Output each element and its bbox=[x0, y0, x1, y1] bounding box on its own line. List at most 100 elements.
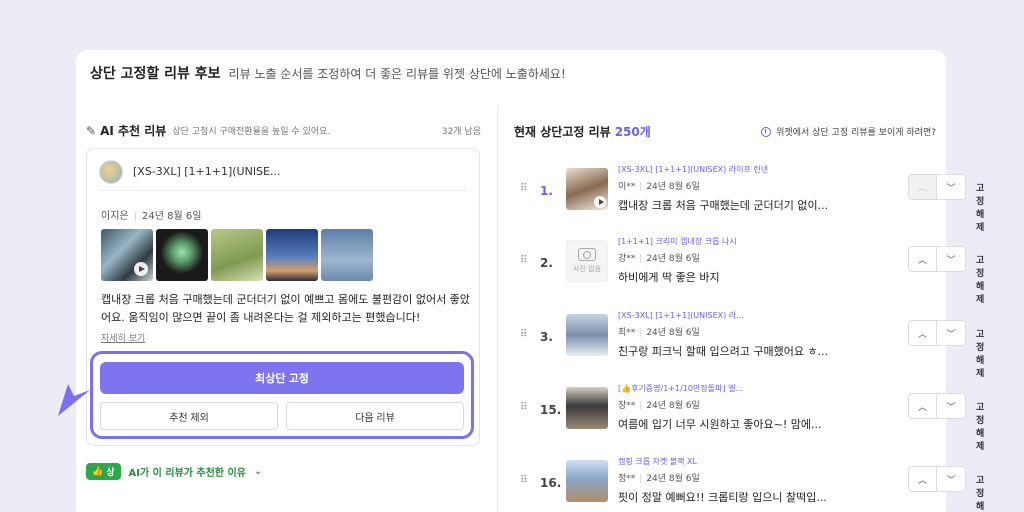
review-thumbnail bbox=[566, 387, 608, 429]
review-date: 24년 8월 6일 bbox=[646, 474, 700, 484]
reorder-controls: ︿ ﹀ bbox=[908, 466, 966, 492]
product-name: [1+1+1] 크리미 캡내장 크롭 나시 bbox=[618, 237, 737, 246]
review-text: 친구랑 피크닉 할때 입으려고 구매했어요 ㅎ... bbox=[618, 345, 829, 358]
no-photo-label: 사진 없음 bbox=[573, 265, 601, 273]
review-text: 하비에게 딱 좋은 바지 bbox=[618, 271, 720, 284]
product-row[interactable]: [XS-3XL] [1+1+1](UNISE... bbox=[99, 159, 467, 191]
review-author: 이** bbox=[618, 182, 636, 192]
rank-number: 15. bbox=[540, 403, 562, 417]
rank-number: 3. bbox=[540, 330, 553, 344]
review-date: 24년 8월 6일 bbox=[646, 182, 700, 192]
move-up-button[interactable]: ︿ bbox=[908, 320, 937, 346]
review-author: 정** bbox=[618, 474, 636, 484]
review-thumbnail bbox=[566, 168, 608, 210]
review-photo[interactable] bbox=[321, 229, 373, 281]
ai-section-title: AI 추천 리뷰 bbox=[100, 124, 167, 138]
move-up-button[interactable]: ︿ bbox=[908, 174, 937, 200]
review-text: 캡내장 크롭 처음 구매했는데 군더더기 없이... bbox=[618, 199, 829, 212]
review-author: 최** bbox=[618, 328, 636, 338]
pinned-header: 현재 상단고정 리뷰 250개 위젯에서 상단 고정 리뷰를 보이게 하려면? bbox=[514, 123, 936, 140]
play-icon bbox=[594, 196, 606, 208]
reorder-controls: ︿ ﹀ bbox=[908, 320, 966, 346]
rank-number: 1. bbox=[540, 184, 553, 198]
review-date: 24년 8월 6일 bbox=[646, 254, 700, 264]
no-photo-thumbnail: 사진 없음 bbox=[566, 240, 608, 282]
unpin-button[interactable]: 고정해제 bbox=[976, 327, 984, 379]
review-thumbnail bbox=[566, 314, 608, 356]
move-down-button[interactable]: ﹀ bbox=[937, 320, 966, 346]
product-name: [XS-3XL] [1+1+1](UNISEX) 라이프 린넨 bbox=[618, 165, 769, 174]
product-name: [👍후기증명/1+1/10만장돌파] 엘... bbox=[618, 384, 744, 393]
move-up-button[interactable]: ︿ bbox=[908, 246, 937, 272]
reorder-controls: ︿ ﹀ bbox=[908, 246, 966, 272]
drag-handle-icon[interactable]: ⠿ bbox=[520, 256, 528, 272]
product-name: 캠핑 크롭 자켓 블랙 XL bbox=[618, 457, 697, 466]
review-date: 24년 8월 6일 bbox=[141, 211, 202, 222]
pinned-row: ⠿ 3. [XS-3XL] [1+1+1](UNISEX) 라... 최** | 2… bbox=[520, 311, 985, 379]
ai-sparkle-icon: ✎ bbox=[86, 123, 97, 138]
product-thumbnail bbox=[99, 159, 123, 184]
pinned-row: ⠿ 15. [👍후기증명/1+1/10만장돌파] 엘... 장** | 24년 8월… bbox=[520, 384, 985, 452]
reorder-controls: ︿ ﹀ bbox=[908, 393, 966, 419]
chevron-down-icon: ⌄ bbox=[253, 466, 263, 477]
info-icon bbox=[761, 126, 772, 137]
drag-handle-icon[interactable]: ⠿ bbox=[520, 403, 528, 419]
move-down-button[interactable]: ﹀ bbox=[937, 174, 966, 200]
unpin-button[interactable]: 고정해제 bbox=[976, 473, 984, 512]
review-text: 핏이 정말 예뻐요!! 크롭티랑 입으니 찰떡입... bbox=[618, 491, 827, 504]
review-author: 장** bbox=[618, 401, 636, 411]
rank-number: 2. bbox=[540, 256, 553, 270]
ai-reason-label: AI가 이 리뷰가 추천한 이유 bbox=[128, 468, 246, 479]
move-down-button[interactable]: ﹀ bbox=[937, 393, 966, 419]
reorder-controls: ︿ ﹀ bbox=[908, 174, 966, 200]
ai-section-description: 상단 고정시 구매전환율을 높일 수 있어요. bbox=[172, 127, 331, 137]
exclude-recommend-button[interactable]: 추천 제외 bbox=[100, 402, 278, 430]
move-up-button[interactable]: ︿ bbox=[908, 466, 937, 492]
review-text: 여름에 입기 너무 시원하고 좋아요~! 맘에... bbox=[618, 418, 822, 431]
thumbs-up-icon: 👍 bbox=[92, 466, 104, 477]
review-author: 강** bbox=[618, 254, 636, 264]
product-name: [XS-3XL] [1+1+1](UNISEX) 라... bbox=[618, 311, 744, 320]
rating-badge: 👍 상 bbox=[86, 463, 121, 480]
move-up-button[interactable]: ︿ bbox=[908, 393, 937, 419]
pin-top-button[interactable]: 최상단 고정 bbox=[100, 362, 464, 394]
review-thumbnail bbox=[566, 460, 608, 502]
play-icon bbox=[134, 262, 148, 276]
drag-handle-icon[interactable]: ⠿ bbox=[520, 330, 528, 346]
unpin-button[interactable]: 고정해제 bbox=[976, 253, 984, 305]
review-photo[interactable] bbox=[266, 229, 318, 281]
column-divider bbox=[497, 106, 498, 512]
review-photo[interactable] bbox=[101, 229, 153, 281]
unpin-button[interactable]: 고정해제 bbox=[976, 181, 984, 233]
rank-number: 16. bbox=[540, 476, 562, 490]
product-name: [XS-3XL] [1+1+1](UNISE... bbox=[133, 165, 281, 178]
cursor-arrow-icon bbox=[58, 384, 90, 416]
panel-header: 상단 고정할 리뷰 후보 리뷰 노출 순서를 조정하여 더 좋은 리뷰를 위젯 … bbox=[90, 63, 566, 83]
page-title: 상단 고정할 리뷰 후보 bbox=[90, 66, 221, 82]
ai-reason-row[interactable]: 👍 상 AI가 이 리뷰가 추천한 이유 ⌄ bbox=[86, 463, 262, 480]
review-date: 24년 8월 6일 bbox=[646, 328, 700, 338]
pinned-row: ⠿ 2. 사진 없음 [1+1+1] 크리미 캡내장 크롭 나시 강** | 24년… bbox=[520, 237, 985, 305]
drag-handle-icon[interactable]: ⠿ bbox=[520, 476, 528, 492]
move-down-button[interactable]: ﹀ bbox=[937, 246, 966, 272]
page-subtitle: 리뷰 노출 순서를 조정하여 더 좋은 리뷰를 위젯 상단에 노출하세요! bbox=[228, 67, 566, 81]
pinned-row: ⠿ 1. [XS-3XL] [1+1+1](UNISEX) 라이프 린넨 이**… bbox=[520, 165, 985, 233]
pinned-row: ⠿ 16. 캠핑 크롭 자켓 블랙 XL 정** | 24년 8월 6일 핏이 정말… bbox=[520, 457, 984, 512]
review-photos bbox=[101, 229, 373, 281]
ai-recommend-header: ✎ AI 추천 리뷰 상단 고정시 구매전환율을 높일 수 있어요. 32개 남… bbox=[86, 122, 481, 139]
move-down-button[interactable]: ﹀ bbox=[937, 466, 966, 492]
review-photo[interactable] bbox=[211, 229, 263, 281]
widget-help-link[interactable]: 위젯에서 상단 고정 리뷰를 보이게 하려면? bbox=[761, 125, 936, 138]
review-meta: 이지은 | 24년 8월 6일 bbox=[101, 211, 202, 222]
unpin-button[interactable]: 고정해제 bbox=[976, 400, 984, 452]
review-date: 24년 8월 6일 bbox=[646, 401, 700, 411]
see-more-link[interactable]: 자세히 보기 bbox=[101, 331, 145, 344]
camera-icon bbox=[578, 248, 596, 261]
review-photo[interactable] bbox=[156, 229, 208, 281]
review-text: 캡내장 크롭 처음 구매했는데 군더더기 없이 예쁘고 몸에도 불편감이 없어서… bbox=[101, 293, 470, 324]
remaining-count: 32개 남음 bbox=[441, 127, 481, 137]
review-author: 이지은 bbox=[101, 211, 129, 222]
drag-handle-icon[interactable]: ⠿ bbox=[520, 184, 528, 200]
pinned-count: 250개 bbox=[614, 125, 651, 139]
next-review-button[interactable]: 다음 리뷰 bbox=[286, 402, 464, 430]
